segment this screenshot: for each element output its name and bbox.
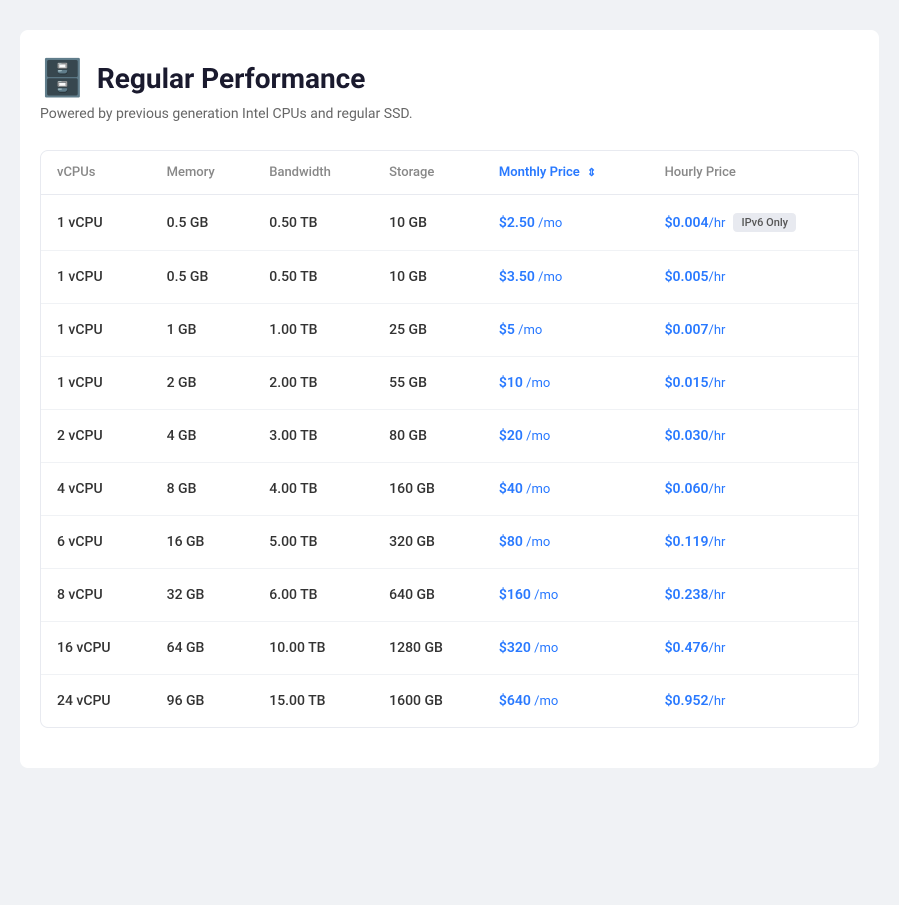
cell-hourly: $0.952/hr [649, 675, 858, 728]
table-row[interactable]: 24 vCPU 96 GB 15.00 TB 1600 GB $640 /mo … [41, 675, 858, 728]
cell-bandwidth: 1.00 TB [253, 304, 373, 357]
database-icon: 🗄️ [40, 60, 85, 96]
cell-storage: 1280 GB [373, 622, 483, 675]
cell-memory: 1 GB [151, 304, 254, 357]
cell-monthly: $40 /mo [483, 463, 649, 516]
cell-hourly: $0.119/hr [649, 516, 858, 569]
page-header: 🗄️ Regular Performance [40, 60, 859, 96]
pricing-table: vCPUs Memory Bandwidth Storage Monthly P… [41, 151, 858, 727]
cell-vcpus: 4 vCPU [41, 463, 151, 516]
cell-bandwidth: 0.50 TB [253, 251, 373, 304]
table-row[interactable]: 16 vCPU 64 GB 10.00 TB 1280 GB $320 /mo … [41, 622, 858, 675]
col-header-storage[interactable]: Storage [373, 151, 483, 195]
cell-storage: 160 GB [373, 463, 483, 516]
cell-memory: 2 GB [151, 357, 254, 410]
cell-hourly: $0.238/hr [649, 569, 858, 622]
cell-memory: 16 GB [151, 516, 254, 569]
cell-bandwidth: 0.50 TB [253, 195, 373, 251]
cell-vcpus: 1 vCPU [41, 357, 151, 410]
cell-monthly: $160 /mo [483, 569, 649, 622]
ipv6-badge: IPv6 Only [733, 213, 796, 232]
cell-vcpus: 8 vCPU [41, 569, 151, 622]
cell-storage: 1600 GB [373, 675, 483, 728]
table-row[interactable]: 1 vCPU 0.5 GB 0.50 TB 10 GB $3.50 /mo $0… [41, 251, 858, 304]
cell-hourly: $0.476/hr [649, 622, 858, 675]
cell-vcpus: 1 vCPU [41, 195, 151, 251]
cell-vcpus: 16 vCPU [41, 622, 151, 675]
cell-memory: 4 GB [151, 410, 254, 463]
cell-storage: 25 GB [373, 304, 483, 357]
cell-vcpus: 6 vCPU [41, 516, 151, 569]
cell-monthly: $2.50 /mo [483, 195, 649, 251]
cell-hourly: $0.004/hr IPv6 Only [649, 195, 858, 251]
cell-hourly: $0.005/hr [649, 251, 858, 304]
cell-vcpus: 1 vCPU [41, 304, 151, 357]
cell-storage: 80 GB [373, 410, 483, 463]
cell-storage: 10 GB [373, 251, 483, 304]
col-header-bandwidth[interactable]: Bandwidth [253, 151, 373, 195]
cell-monthly: $80 /mo [483, 516, 649, 569]
cell-bandwidth: 2.00 TB [253, 357, 373, 410]
cell-monthly: $3.50 /mo [483, 251, 649, 304]
cell-memory: 96 GB [151, 675, 254, 728]
cell-monthly: $20 /mo [483, 410, 649, 463]
col-header-vcpus[interactable]: vCPUs [41, 151, 151, 195]
table-row[interactable]: 4 vCPU 8 GB 4.00 TB 160 GB $40 /mo $0.06… [41, 463, 858, 516]
table-row[interactable]: 1 vCPU 1 GB 1.00 TB 25 GB $5 /mo $0.007/… [41, 304, 858, 357]
cell-vcpus: 1 vCPU [41, 251, 151, 304]
pricing-table-wrapper: vCPUs Memory Bandwidth Storage Monthly P… [40, 150, 859, 728]
cell-storage: 640 GB [373, 569, 483, 622]
col-header-hourly[interactable]: Hourly Price [649, 151, 858, 195]
cell-bandwidth: 4.00 TB [253, 463, 373, 516]
table-row[interactable]: 2 vCPU 4 GB 3.00 TB 80 GB $20 /mo $0.030… [41, 410, 858, 463]
sort-icon: ⇕ [587, 166, 596, 179]
cell-memory: 32 GB [151, 569, 254, 622]
cell-bandwidth: 5.00 TB [253, 516, 373, 569]
cell-bandwidth: 6.00 TB [253, 569, 373, 622]
cell-hourly: $0.030/hr [649, 410, 858, 463]
table-row[interactable]: 8 vCPU 32 GB 6.00 TB 640 GB $160 /mo $0.… [41, 569, 858, 622]
cell-hourly: $0.015/hr [649, 357, 858, 410]
col-header-monthly[interactable]: Monthly Price ⇕ [483, 151, 649, 195]
table-row[interactable]: 6 vCPU 16 GB 5.00 TB 320 GB $80 /mo $0.1… [41, 516, 858, 569]
cell-vcpus: 2 vCPU [41, 410, 151, 463]
cell-bandwidth: 10.00 TB [253, 622, 373, 675]
cell-hourly: $0.060/hr [649, 463, 858, 516]
cell-monthly: $5 /mo [483, 304, 649, 357]
cell-memory: 0.5 GB [151, 251, 254, 304]
cell-memory: 8 GB [151, 463, 254, 516]
cell-monthly: $640 /mo [483, 675, 649, 728]
cell-storage: 10 GB [373, 195, 483, 251]
cell-vcpus: 24 vCPU [41, 675, 151, 728]
cell-memory: 64 GB [151, 622, 254, 675]
cell-monthly: $10 /mo [483, 357, 649, 410]
page-container: 🗄️ Regular Performance Powered by previo… [20, 30, 879, 768]
page-subtitle: Powered by previous generation Intel CPU… [40, 106, 859, 122]
cell-memory: 0.5 GB [151, 195, 254, 251]
cell-storage: 55 GB [373, 357, 483, 410]
page-title: Regular Performance [97, 62, 366, 95]
cell-hourly: $0.007/hr [649, 304, 858, 357]
cell-bandwidth: 15.00 TB [253, 675, 373, 728]
table-row[interactable]: 1 vCPU 0.5 GB 0.50 TB 10 GB $2.50 /mo $0… [41, 195, 858, 251]
cell-bandwidth: 3.00 TB [253, 410, 373, 463]
col-header-memory[interactable]: Memory [151, 151, 254, 195]
cell-monthly: $320 /mo [483, 622, 649, 675]
table-header-row: vCPUs Memory Bandwidth Storage Monthly P… [41, 151, 858, 195]
cell-storage: 320 GB [373, 516, 483, 569]
table-row[interactable]: 1 vCPU 2 GB 2.00 TB 55 GB $10 /mo $0.015… [41, 357, 858, 410]
